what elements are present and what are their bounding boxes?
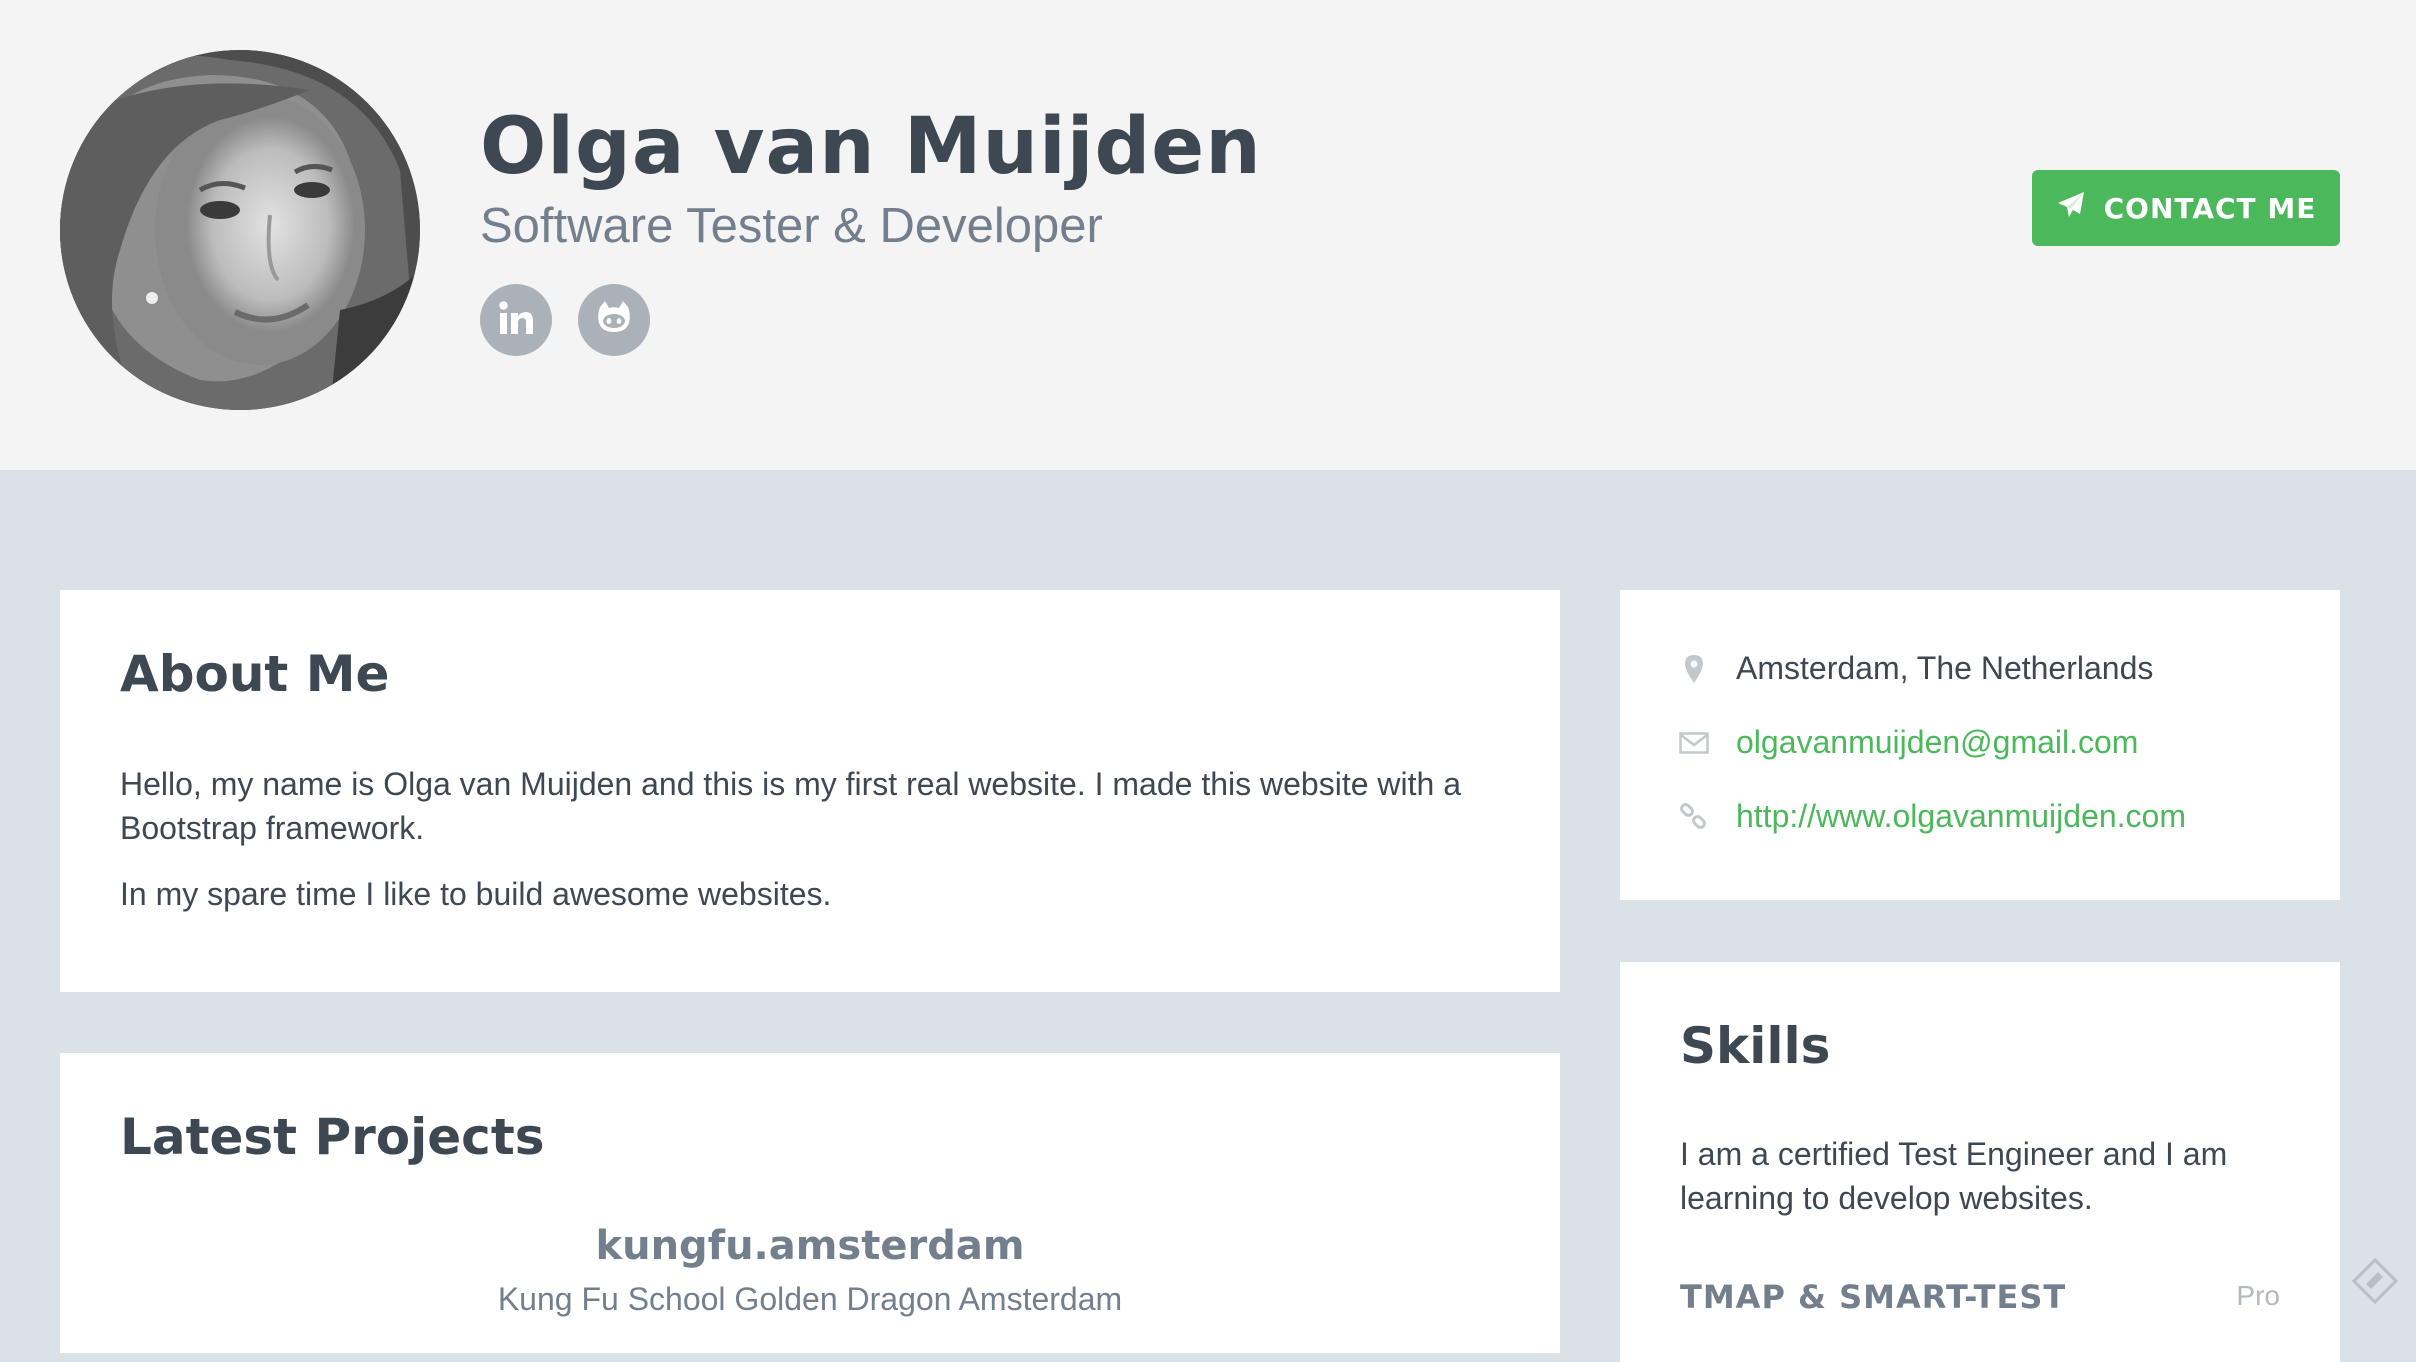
about-paragraph: In my spare time I like to build awesome…: [120, 876, 832, 912]
link-icon: [1678, 802, 1710, 832]
contact-me-label: CONTACT ME: [2103, 191, 2317, 225]
website-link[interactable]: http://www.olgavanmuijden.com: [1736, 798, 2186, 835]
skills-title: Skills: [1680, 1017, 1831, 1075]
email-row: olgavanmuijden@gmail.com: [1678, 724, 2138, 761]
avatar: [60, 50, 420, 410]
about-card: About Me Hello, my name is Olga van Muij…: [60, 590, 1560, 992]
website-row: http://www.olgavanmuijden.com: [1678, 798, 2186, 835]
about-title: About Me: [120, 645, 390, 703]
skills-card: Skills I am a certified Test Engineer an…: [1620, 962, 2340, 1362]
location-text: Amsterdam, The Netherlands: [1736, 650, 2154, 686]
profile-name: Olga van Muijden: [480, 102, 1262, 192]
project-subtitle: Kung Fu School Golden Dragon Amsterdam: [497, 1281, 1123, 1317]
skill-level: Pro: [2236, 1280, 2280, 1311]
envelope-icon: [1678, 731, 1710, 754]
editor-badge-icon[interactable]: [2350, 1256, 2400, 1311]
projects-card: Latest Projects kungfu.amsterdam Kung Fu…: [60, 1053, 1560, 1353]
paper-plane-icon: [2056, 190, 2086, 227]
profile-header: Olga van Muijden Software Tester & Devel…: [0, 0, 2416, 470]
linkedin-link[interactable]: [480, 284, 552, 356]
about-paragraph: Hello, my name is Olga van Muijden and t…: [120, 766, 1461, 846]
profile-tagline: Software Tester & Developer: [480, 199, 1103, 253]
linkedin-icon: [496, 298, 536, 343]
project-title[interactable]: kungfu.amsterdam: [60, 1223, 1560, 1269]
contact-me-button[interactable]: CONTACT ME: [2032, 170, 2340, 246]
skills-intro: I am a certified Test Engineer and I am …: [1680, 1136, 2228, 1216]
map-pin-icon: [1678, 654, 1710, 684]
github-icon: [593, 297, 635, 344]
projects-title: Latest Projects: [120, 1108, 545, 1166]
github-link[interactable]: [578, 284, 650, 356]
contact-info-card: Amsterdam, The Netherlands olgavanmuijde…: [1620, 590, 2340, 900]
email-link[interactable]: olgavanmuijden@gmail.com: [1736, 724, 2138, 761]
skill-name: TMAP & SMART-TEST: [1680, 1278, 2067, 1316]
location-row: Amsterdam, The Netherlands: [1678, 650, 2153, 687]
